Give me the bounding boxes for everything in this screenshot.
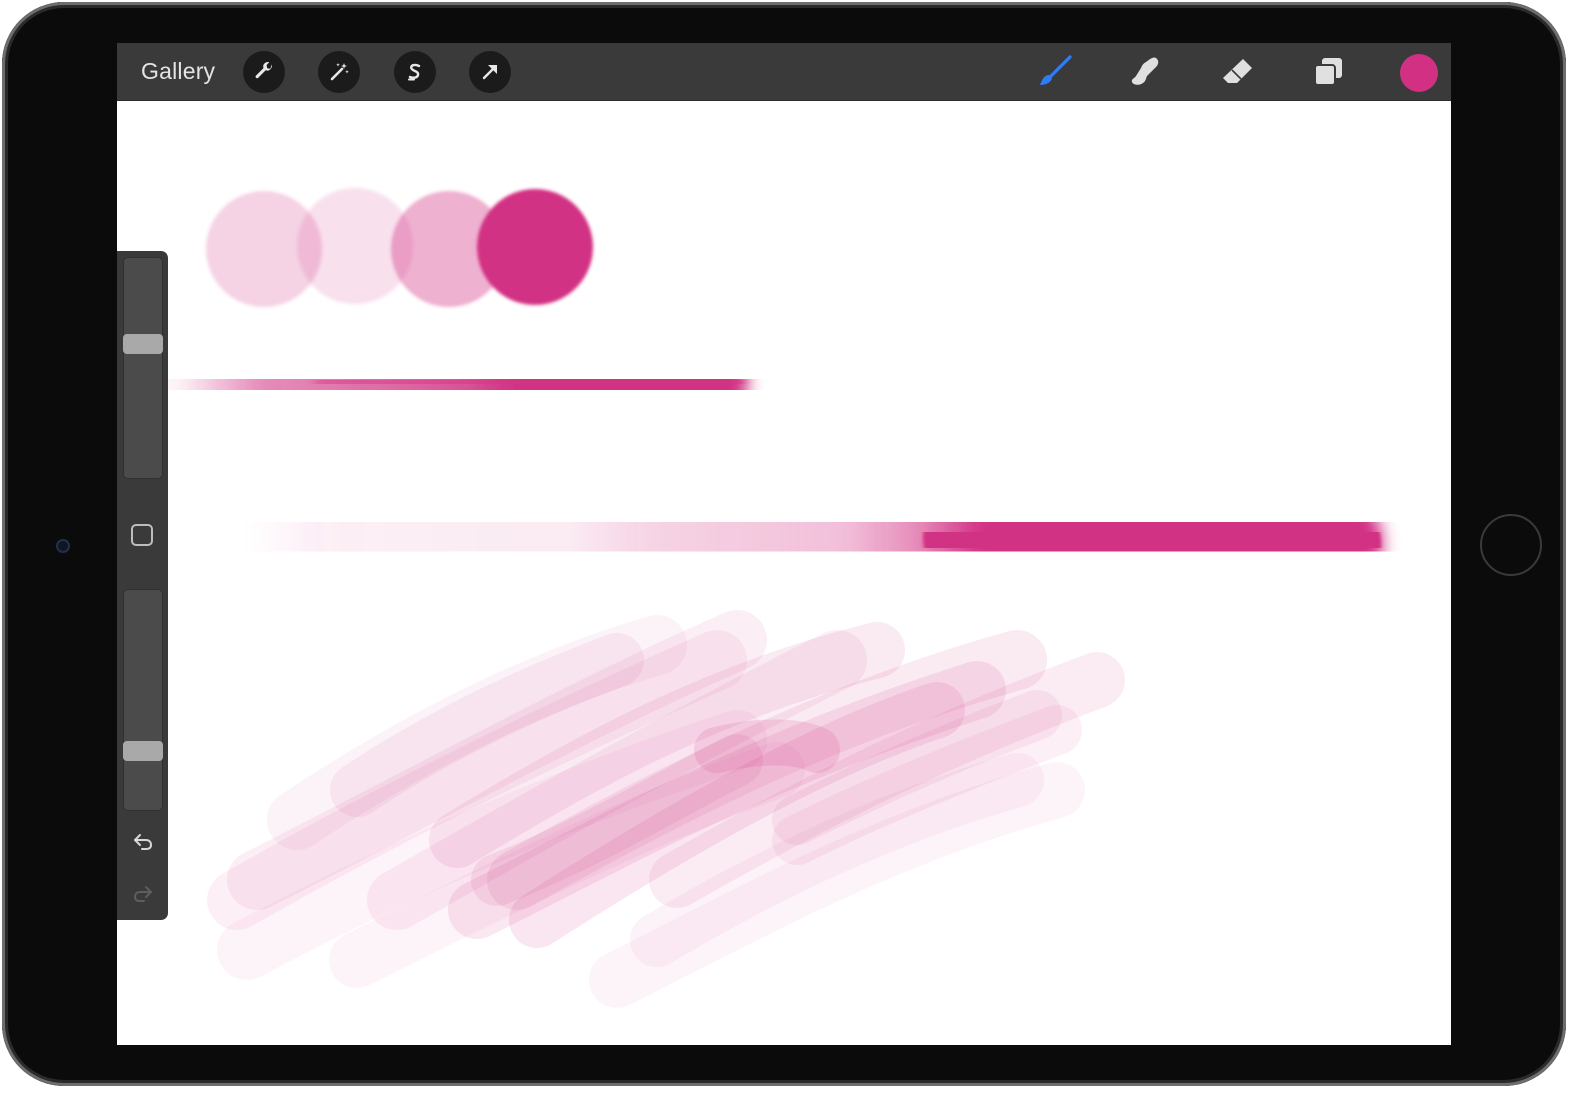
modify-button[interactable] [131, 524, 153, 546]
actions-button[interactable] [243, 51, 285, 93]
app-screen: Gallery [117, 43, 1451, 1045]
drawing-canvas[interactable] [117, 100, 1451, 1045]
smudge-tool-button[interactable] [1125, 52, 1165, 92]
opacity-dots [206, 188, 593, 307]
undo-arrow-icon [134, 834, 153, 850]
brush-size-thumb[interactable] [123, 333, 163, 354]
gallery-button[interactable]: Gallery [141, 58, 215, 85]
scribble-strokes [207, 610, 1125, 1008]
transform-button[interactable] [469, 51, 511, 93]
opacity-slider[interactable] [123, 589, 163, 811]
stroke-long [191, 473, 1383, 600]
undo-button[interactable] [129, 828, 157, 856]
home-button[interactable] [1480, 514, 1542, 576]
selection-s-icon [408, 63, 421, 81]
selection-button[interactable] [394, 51, 436, 93]
magic-wand-icon [330, 63, 349, 81]
adjustments-button[interactable] [318, 51, 360, 93]
eraser-icon [1223, 59, 1252, 83]
wrench-icon [255, 62, 272, 79]
redo-arrow-icon [133, 886, 152, 902]
stroke-short [121, 326, 748, 444]
layers-icon [1314, 58, 1342, 86]
dot-4 [477, 189, 593, 305]
brush-size-slider[interactable] [123, 257, 163, 479]
layers-button[interactable] [1308, 52, 1348, 92]
arrow-cursor-icon [482, 65, 497, 80]
eraser-tool-button[interactable] [1217, 52, 1257, 92]
left-sidebar [117, 251, 168, 920]
smudge-finger-icon [1131, 57, 1159, 85]
redo-button[interactable] [129, 880, 157, 908]
top-toolbar: Gallery [117, 43, 1451, 101]
front-camera [56, 539, 70, 553]
color-picker-button[interactable] [1400, 54, 1438, 92]
opacity-thumb[interactable] [123, 740, 163, 761]
brush-tool-button[interactable] [1035, 52, 1075, 92]
paintbrush-icon [1040, 55, 1072, 85]
